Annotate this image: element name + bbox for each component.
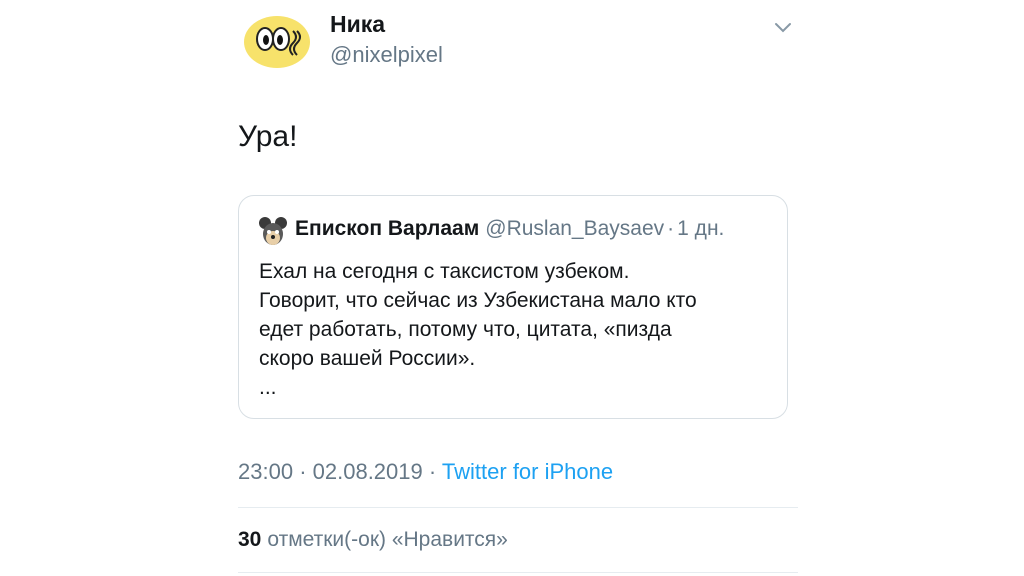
quote-author-name: Епископ Варлаам <box>295 217 480 240</box>
divider <box>238 572 798 573</box>
tweet-text: Ура! <box>238 120 298 153</box>
quote-text: Ехал на сегодня с таксистом узбеком. Гов… <box>259 257 779 402</box>
meta-separator: · <box>428 459 437 484</box>
tweet-date: 02.08.2019 <box>312 459 423 484</box>
author-avatar[interactable] <box>243 13 311 69</box>
quote-timestamp: 1 дн. <box>677 217 725 240</box>
quote-author-handle: @Ruslan_Baysaev <box>485 217 665 240</box>
author-handle[interactable]: @nixelpixel <box>330 42 443 68</box>
quote-line: ... <box>259 376 277 399</box>
quote-line: Говорит, что сейчас из Узбекистана мало … <box>259 289 697 312</box>
likes-label: отметки(-ок) «Нравится» <box>267 528 508 551</box>
quote-author-avatar <box>259 217 287 245</box>
tweet-time: 23:00 <box>238 459 294 484</box>
quote-header: Епископ Варлаам @Ruslan_Baysaev · 1 дн. <box>295 217 724 241</box>
author-display-name[interactable]: Ника <box>330 11 385 38</box>
tweet-metadata: 23:00 · 02.08.2019 · Twitter for iPhone <box>238 459 613 485</box>
divider <box>238 507 798 508</box>
quote-separator: · <box>667 217 675 240</box>
quoted-tweet-card[interactable]: Епископ Варлаам @Ruslan_Baysaev · 1 дн. Еха… <box>238 195 788 419</box>
likes-stat[interactable]: 30 отметки(-ок) «Нравится» <box>238 528 508 552</box>
meta-separator: · <box>299 459 307 484</box>
quote-line: скоро вашей России». <box>259 347 476 370</box>
tweet-source-link[interactable]: Twitter for iPhone <box>442 459 613 484</box>
likes-count: 30 <box>238 528 262 551</box>
tweet-detail: Ника @nixelpixel Ура! Епископ Варлаам @Ru… <box>0 0 1024 576</box>
chevron-down-icon[interactable] <box>774 22 792 34</box>
quote-line: едет работать, потому что, цитата, «пизд… <box>259 318 672 341</box>
quote-line: Ехал на сегодня с таксистом узбеком. <box>259 260 630 283</box>
